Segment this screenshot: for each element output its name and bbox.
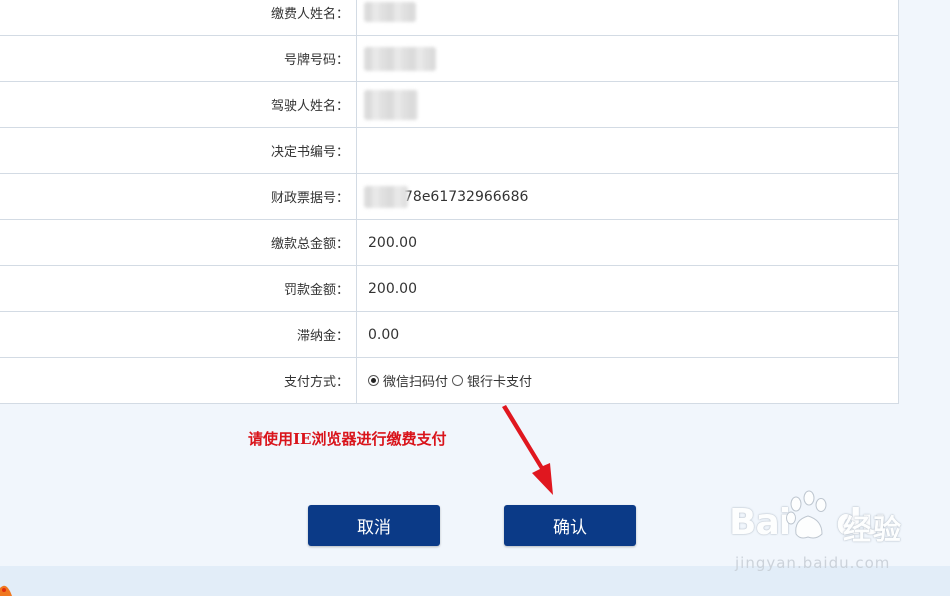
wechat-radio[interactable]	[368, 375, 379, 386]
table-row-late-fee: 滞纳金： 0.00	[0, 311, 899, 358]
fine-amount-value: 200.00	[356, 265, 899, 312]
receipt-number-text: 78e61732966686	[404, 188, 529, 205]
watermark-jingyan: 经验	[843, 513, 904, 546]
total-amount-value: 200.00	[356, 219, 899, 266]
table-row-payment-method: 支付方式： 微信扫码付 银行卡支付	[0, 357, 899, 404]
receipt-number-value: 78e61732966686	[356, 173, 899, 220]
cancel-button[interactable]: 取消	[308, 505, 440, 546]
late-fee-label: 滞纳金：	[0, 311, 357, 358]
arrow-icon	[502, 405, 553, 495]
payment-method-value: 微信扫码付 银行卡支付	[356, 357, 899, 404]
bank-card-radio-label: 银行卡支付	[467, 375, 533, 390]
baidu-paw-icon	[786, 490, 827, 539]
redacted-payer-name	[364, 2, 416, 22]
confirm-button[interactable]: 确认	[504, 505, 636, 546]
table-row-driver-name: 驾驶人姓名：	[0, 81, 899, 128]
baidu-jingyan-watermark: Bai du 经验 jingyan.baidu.com	[725, 490, 940, 580]
decision-number-label: 决定书编号：	[0, 127, 357, 174]
table-row-decision-number: 决定书编号：	[0, 127, 899, 174]
payer-name-label: 缴费人姓名：	[0, 0, 357, 36]
decision-number-value	[356, 127, 899, 174]
ie-browser-notice: 请使用IE浏览器进行缴费支付	[248, 430, 447, 448]
driver-name-value	[356, 81, 899, 128]
redacted-plate-number	[364, 46, 436, 71]
plate-number-label: 号牌号码：	[0, 35, 357, 82]
payment-option-bank-card[interactable]: 银行卡支付	[452, 371, 532, 390]
bank-card-radio[interactable]	[452, 375, 464, 386]
redacted-receipt-prefix	[364, 185, 408, 208]
plate-number-value	[356, 35, 899, 82]
payment-info-table: 缴费人姓名： 号牌号码： 驾驶人姓名： 决定书编号： 财政票据号： 78e617…	[0, 0, 899, 404]
receipt-number-label: 财政票据号：	[0, 173, 357, 220]
table-row-payer-name: 缴费人姓名：	[0, 0, 899, 36]
fine-amount-label: 罚款金额：	[0, 265, 357, 312]
wechat-radio-label: 微信扫码付	[383, 375, 449, 390]
payment-option-wechat[interactable]: 微信扫码付	[368, 371, 448, 390]
payment-method-label: 支付方式：	[0, 357, 357, 404]
payment-method-radio-group: 微信扫码付 银行卡支付	[368, 371, 536, 390]
corner-decoration-icon	[0, 585, 12, 596]
late-fee-value: 0.00	[356, 311, 899, 358]
payer-name-value	[356, 0, 899, 36]
watermark-url: jingyan.baidu.com	[735, 554, 891, 572]
redacted-driver-name	[364, 89, 418, 120]
table-row-receipt-number: 财政票据号： 78e61732966686	[0, 173, 899, 220]
total-amount-label: 缴款总金额：	[0, 219, 357, 266]
table-row-plate-number: 号牌号码：	[0, 35, 899, 82]
table-row-total-amount: 缴款总金额： 200.00	[0, 219, 899, 266]
driver-name-label: 驾驶人姓名：	[0, 81, 357, 128]
red-arrow-annotation	[502, 405, 553, 495]
table-row-fine-amount: 罚款金额： 200.00	[0, 265, 899, 312]
